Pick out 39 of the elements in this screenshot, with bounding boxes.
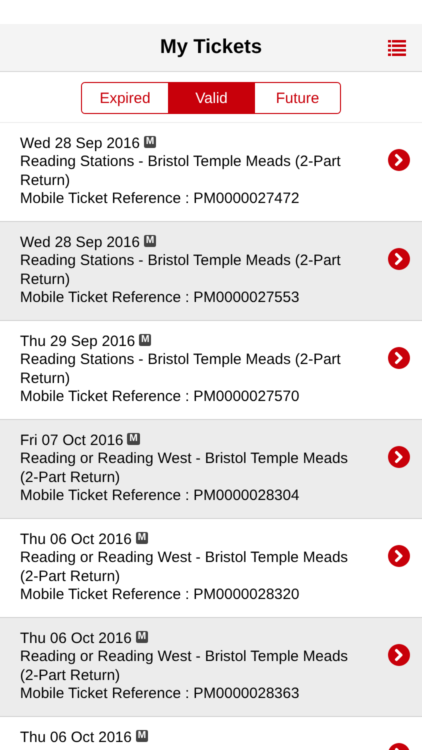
ticket-date: Fri 07 Oct 2016 <box>20 432 124 449</box>
page-title: My Tickets <box>160 36 262 59</box>
mobile-badge: M <box>136 631 148 643</box>
mobile-badge: M <box>136 730 148 742</box>
filter-tab[interactable]: Valid <box>168 83 254 113</box>
ticket-date: Thu 06 Oct 2016 <box>20 531 132 548</box>
chevron-right-icon[interactable] <box>388 149 410 171</box>
chevron-right-icon[interactable] <box>388 545 410 567</box>
ticket-reference: Mobile Ticket Reference : PM0000027553 <box>20 288 300 308</box>
mobile-badge: M <box>136 532 148 544</box>
chevron-right-icon[interactable] <box>388 446 410 468</box>
ticket-reference: Mobile Ticket Reference : PM0000028304 <box>20 486 300 506</box>
ticket-date: Wed 28 Sep 2016 <box>20 135 140 152</box>
ticket-route: Reading or Reading West - Bristol Temple Meads (2-Part Return) <box>20 450 349 487</box>
ticket-reference: Mobile Ticket Reference : PM0000028363 <box>20 684 300 704</box>
chevron-right-icon[interactable] <box>388 347 410 369</box>
chevron-right-icon[interactable] <box>388 248 410 270</box>
mobile-badge: M <box>127 433 140 445</box>
ticket-route: Reading or Reading West - Bristol Temple Meads (2-Part Return) <box>20 549 349 586</box>
ticket-reference: Mobile Ticket Reference : PM0000028320 <box>20 586 300 604</box>
ticket-route: Reading or Reading West - Bristol Temple Meads (2-Part Return) <box>20 648 349 685</box>
ticket-reference: Mobile Ticket Reference : PM0000027472 <box>20 190 300 208</box>
ticket-row[interactable]: Wed 28 Sep 2016 M Reading Stations - Bristol Temple Meads (2-Part Return) Mobile Ticket Reference : PM0000027553 <box>0 222 422 321</box>
mobile-badge: M <box>144 235 156 247</box>
ticket-row[interactable]: Fri 07 Oct 2016 M Reading or Reading West - Bristol Temple Meads (2-Part Return) Mobile Ticket Reference : PM0000028304 <box>0 420 422 519</box>
ticket-date: Thu 06 Oct 2016 <box>20 729 132 746</box>
chevron-right-icon[interactable] <box>388 644 410 666</box>
ticket-date: Thu 06 Oct 2016 <box>20 630 132 647</box>
ticket-reference: Mobile Ticket Reference : PM0000027570 <box>20 388 300 406</box>
ticket-route: Reading Stations - Bristol Temple Meads (2-Part Return) <box>20 153 342 190</box>
filter-tab[interactable]: Future <box>254 83 340 113</box>
ticket-route: Reading Stations - Bristol Temple Meads (2-Part Return) <box>20 351 342 388</box>
ticket-route: Reading Stations - Bristol Temple Meads (2-Part Return) <box>20 252 342 289</box>
ticket-row[interactable]: Thu 06 Oct 2016 M Reading or Reading West - Bristol Temple Meads (2-Part Return) Mobile Ticket Reference : PM0000028363 <box>0 618 422 717</box>
list-icon[interactable] <box>388 40 406 56</box>
ticket-date: Thu 29 Sep 2016 <box>20 333 136 350</box>
mobile-badge: M <box>144 136 156 148</box>
mobile-badge: M <box>139 334 152 346</box>
ticket-date: Wed 28 Sep 2016 <box>20 234 140 251</box>
